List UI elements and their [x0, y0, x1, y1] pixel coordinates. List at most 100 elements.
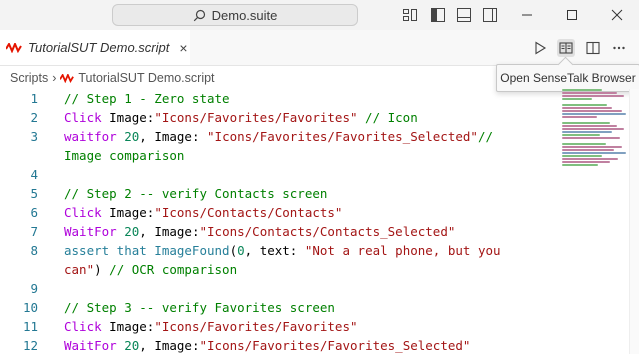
code-line[interactable]: 3 waitfor 20, Image: "Icons/Favorites/Fav…: [0, 127, 560, 146]
minimap-line: [562, 125, 617, 127]
code-token: Image:: [109, 110, 155, 125]
tab-close-icon[interactable]: ×: [179, 40, 187, 56]
code-text: // Step 1 - Zero state: [64, 89, 230, 108]
code-line[interactable]: 12 WaitFor 20, Image:"Icons/Favorites/Fav…: [0, 336, 560, 355]
code-line[interactable]: 5 // Step 2 -- verify Contacts screen: [0, 184, 560, 203]
code-token: 20: [124, 224, 140, 239]
code-line[interactable]: 7 WaitFor 20, Image:"Icons/Contacts/Conta…: [0, 222, 560, 241]
minimap-line: [562, 92, 617, 94]
open-sensetalk-browser-button[interactable]: [557, 39, 575, 57]
line-number: 2: [30, 110, 38, 125]
code-line[interactable]: Image comparison: [0, 146, 560, 165]
code-token: ): [94, 262, 110, 277]
minimap-line: [562, 110, 622, 112]
close-window-button[interactable]: [595, 0, 639, 30]
sensetalk-logo-icon: [6, 42, 22, 53]
code-text: Click Image:"Icons/Favorites/Favorites": [64, 317, 358, 336]
title-bar: Demo.suite: [0, 0, 639, 30]
code-text: // Step 3 -- verify Favorites screen: [64, 298, 335, 317]
more-actions-icon: [613, 46, 625, 50]
toggle-secondary-sidebar-icon[interactable]: [482, 7, 498, 23]
command-center-search[interactable]: Demo.suite: [112, 4, 358, 26]
code-token: , Image:: [139, 224, 200, 239]
code-line[interactable]: 8 assert that ImageFound(0, text: "Not a …: [0, 241, 560, 260]
code-line[interactable]: 11 Click Image:"Icons/Favorites/Favorites…: [0, 317, 560, 336]
code-line[interactable]: 10 // Step 3 -- verify Favorites screen: [0, 298, 560, 317]
line-number: 8: [30, 243, 38, 258]
tab-label: TutorialSUT Demo.script: [28, 40, 170, 55]
code-token: //: [477, 129, 494, 144]
breadcrumb: Scripts › TutorialSUT Demo.script: [10, 69, 215, 87]
code-line[interactable]: 9: [0, 279, 560, 298]
code-text: waitfor 20, Image: "Icons/Favorites/Favo…: [64, 127, 493, 146]
code-token: "Icons/Contacts/Contacts_Selected": [199, 224, 456, 239]
minimap-line: [562, 152, 626, 154]
breadcrumb-scripts[interactable]: Scripts: [10, 71, 48, 85]
run-script-button[interactable]: [531, 39, 549, 57]
code-token: 20: [124, 338, 140, 353]
code-text: Click Image:"Icons/Contacts/Contacts": [64, 203, 342, 222]
vertical-scrollbar[interactable]: [629, 89, 639, 354]
code-token: 20: [124, 129, 140, 144]
minimap-line: [562, 155, 602, 157]
code-token: 0: [237, 243, 245, 258]
code-line[interactable]: 1 // Step 1 - Zero state: [0, 89, 560, 108]
maximize-button[interactable]: [550, 0, 594, 30]
minimap-line: [562, 122, 610, 124]
tab-tutorialsut-demo-script[interactable]: TutorialSUT Demo.script ×: [0, 30, 190, 65]
code-token: Image comparison: [64, 148, 185, 163]
code-token: , Image:: [139, 338, 200, 353]
search-text: Demo.suite: [211, 7, 278, 23]
code-line[interactable]: 6 Click Image:"Icons/Contacts/Contacts": [0, 203, 560, 222]
code-token: "Icons/Favorites/Favorites_Selected": [199, 338, 471, 353]
toggle-sidebar-icon[interactable]: [430, 7, 446, 23]
tooltip-text: Open SenseTalk Browser: [500, 71, 636, 85]
code-token: "Icons/Favorites/Favorites": [154, 110, 358, 125]
line-number: 10: [22, 300, 38, 315]
code-token: "Icons/Favorites/Favorites_Selected": [207, 129, 478, 144]
toggle-panel-icon[interactable]: [456, 7, 472, 23]
code-line[interactable]: 4: [0, 165, 560, 184]
code-token: // OCR comparison: [109, 262, 238, 277]
minimap-line: [562, 143, 606, 145]
breadcrumb-separator: ›: [52, 71, 57, 85]
open-browser-icon: [559, 42, 573, 54]
minimize-button[interactable]: [505, 0, 549, 30]
more-actions-button[interactable]: [610, 39, 628, 57]
code-token: Image:: [109, 205, 155, 220]
code-token: can": [64, 262, 95, 277]
code-editor[interactable]: 1// Step 1 - Zero state 2 Click Image:"Ico…: [0, 89, 560, 355]
code-token: waitfor: [64, 129, 125, 144]
code-text: WaitFor 20, Image:"Icons/Contacts/Contac…: [64, 222, 455, 241]
maximize-icon: [567, 10, 577, 20]
layout-customize-icon[interactable]: [402, 7, 418, 23]
minimap-line: [562, 137, 620, 139]
minimap-line: [562, 89, 602, 91]
run-icon: [535, 41, 547, 55]
code-text: can") // OCR comparison: [64, 260, 237, 279]
code-text: WaitFor 20, Image:"Icons/Favorites/Favor…: [64, 336, 470, 355]
split-editor-button[interactable]: [584, 39, 602, 57]
minimap-line: [562, 104, 607, 106]
minimap-line: [562, 161, 610, 163]
code-token: // Step 1 - Zero state: [64, 91, 230, 106]
minimap[interactable]: [562, 89, 628, 189]
split-editor-icon: [586, 41, 600, 55]
code-line[interactable]: 2 Click Image:"Icons/Favorites/Favorites"…: [0, 108, 560, 127]
line-number: 9: [30, 281, 38, 296]
code-text: // Step 2 -- verify Contacts screen: [64, 184, 327, 203]
code-token: Image:: [109, 319, 155, 334]
line-number: 1: [30, 91, 38, 106]
minimap-line: [562, 149, 614, 151]
line-number: 6: [30, 205, 38, 220]
minimap-line: [562, 95, 624, 97]
breadcrumb-file[interactable]: TutorialSUT Demo.script: [78, 71, 214, 85]
search-icon: [193, 9, 205, 21]
code-token: Click: [64, 319, 110, 334]
code-token: // Step 3 -- verify Favorites screen: [64, 300, 335, 315]
line-number: 7: [30, 224, 38, 239]
minimap-line: [562, 146, 622, 148]
code-line[interactable]: can") // OCR comparison: [0, 260, 560, 279]
code-token: Click: [64, 110, 110, 125]
line-number: 12: [22, 338, 38, 353]
